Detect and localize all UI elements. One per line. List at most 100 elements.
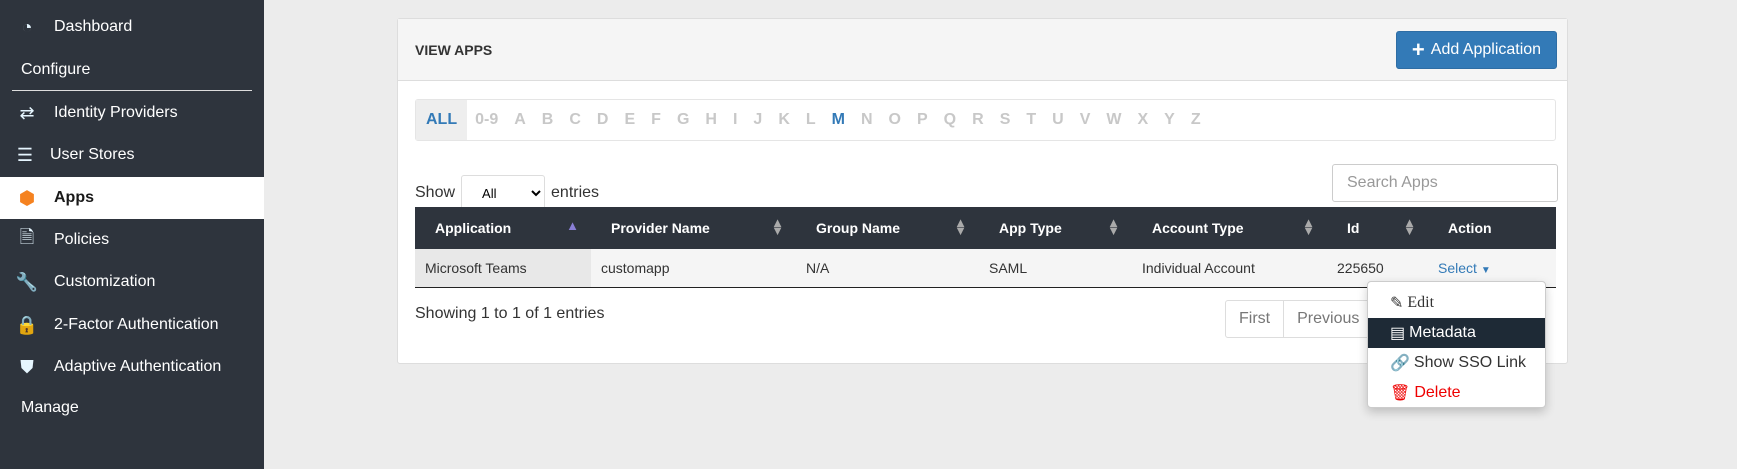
database-icon: ☰ (16, 144, 34, 165)
exchange-icon: ⇄ (19, 102, 35, 123)
alpha-filter-x[interactable]: X (1129, 111, 1156, 129)
sidebar: ◔ Dashboard Configure ⇄ Identity Providers… (0, 0, 264, 469)
alpha-filter-i[interactable]: I (725, 111, 745, 129)
alpha-filter-h[interactable]: H (697, 111, 725, 129)
sidebar-item-user-stores[interactable]: ☰ User Stores (0, 134, 264, 176)
sidebar-item-adaptive-auth[interactable]: ⛊ Adaptive Authentication (0, 346, 264, 388)
sidebar-item-label: Policies (54, 231, 110, 248)
entries-select[interactable]: All (461, 175, 546, 211)
col-group[interactable]: Group Name ▲ ▼ (796, 207, 979, 249)
menu-item-delete[interactable]: 🗑 Delete (1368, 378, 1545, 408)
alphabet-filter: ALL 0-9 A B C D E F G H I J K L M N O P Q R S T U V W X Y Z (415, 99, 1556, 141)
sidebar-item-label: Customization (54, 273, 156, 290)
alpha-filter-b[interactable]: B (534, 111, 562, 129)
show-entries: Show All entries (415, 175, 599, 211)
alpha-filter-w[interactable]: W (1098, 111, 1129, 129)
col-provider[interactable]: Provider Name ▲ ▼ (591, 207, 796, 249)
table-info: Showing 1 to 1 of 1 entries (415, 305, 605, 322)
col-account-type[interactable]: Account Type ▲ ▼ (1132, 207, 1327, 249)
alpha-filter-t[interactable]: T (1018, 111, 1044, 129)
alpha-filter-k[interactable]: K (770, 111, 798, 129)
divider (12, 90, 252, 91)
sidebar-item-customization[interactable]: 🔧 Customization (0, 261, 264, 303)
col-action: Action (1428, 207, 1556, 249)
plus-icon: + (1411, 37, 1425, 62)
cell-account-type: Individual Account (1132, 249, 1327, 288)
alpha-filter-q[interactable]: Q (936, 111, 964, 129)
sort-icon: ▲ ▼ (1107, 215, 1120, 238)
alpha-filter-c[interactable]: C (561, 111, 589, 129)
column-label: Action (1448, 220, 1492, 236)
column-label: Account Type (1152, 220, 1244, 236)
trash-icon: 🗑 (1390, 385, 1411, 402)
sidebar-item-identity-providers[interactable]: ⇄ Identity Providers (0, 92, 264, 134)
column-label: Provider Name (611, 220, 710, 236)
apps-table: Application ▲ Provider Name ▲ ▼ Group Name ▲… (415, 207, 1556, 288)
alpha-filter-v[interactable]: V (1072, 111, 1099, 129)
caret-down-icon: ▼ (1480, 264, 1491, 276)
menu-label: Metadata (1409, 324, 1476, 341)
sidebar-item-dashboard[interactable]: ◔ Dashboard (0, 6, 264, 48)
sidebar-item-2fa[interactable]: 🔒 2-Factor Authentication (0, 304, 264, 346)
col-id[interactable]: Id ▲ ▼ (1327, 207, 1428, 249)
sidebar-item-label: Dashboard (54, 18, 133, 35)
cell-application: Microsoft Teams (415, 249, 591, 288)
page-first[interactable]: First (1226, 301, 1285, 337)
alpha-filter-m[interactable]: M (824, 111, 853, 129)
sort-icon: ▲ ▼ (1302, 215, 1315, 238)
alpha-filter-l[interactable]: L (798, 111, 824, 129)
cell-app-type: SAML (979, 249, 1132, 288)
sidebar-item-label: User Stores (50, 146, 135, 163)
alpha-filter-p[interactable]: P (909, 111, 936, 129)
page-previous[interactable]: Previous (1284, 301, 1374, 337)
alpha-filter-n[interactable]: N (853, 111, 881, 129)
add-application-button[interactable]: + Add Application (1396, 31, 1557, 69)
alpha-filter-r[interactable]: R (964, 111, 992, 129)
menu-item-edit[interactable]: ✎ Edit (1368, 288, 1545, 318)
cube-icon: ⬢ (19, 187, 35, 208)
alpha-filter-all[interactable]: ALL (416, 100, 468, 140)
col-application[interactable]: Application ▲ (415, 207, 591, 249)
alpha-filter-u[interactable]: U (1044, 111, 1072, 129)
card-header: VIEW APPS + Add Application (398, 19, 1567, 81)
sort-icon: ▲ ▼ (771, 215, 784, 238)
sidebar-item-policies[interactable]: 🗎 Policies (0, 219, 264, 261)
edit-icon: ✎ (1390, 295, 1404, 312)
cell-provider: customapp (591, 249, 796, 288)
sort-icon: ▲ ▼ (1403, 215, 1416, 238)
alpha-filter-o[interactable]: O (881, 111, 909, 129)
alpha-filter-y[interactable]: Y (1156, 111, 1183, 129)
section-manage: Manage (21, 399, 79, 416)
link-icon: 🔗 (1390, 355, 1410, 372)
alpha-filter-a[interactable]: A (506, 111, 534, 129)
menu-item-metadata[interactable]: ▤ Metadata (1368, 318, 1545, 348)
column-label: App Type (999, 220, 1062, 236)
alpha-filter-d[interactable]: D (589, 111, 617, 129)
shield-icon: ⛊ (20, 356, 34, 377)
alpha-filter-g[interactable]: G (669, 111, 697, 129)
sidebar-item-apps[interactable]: ⬢ Apps (0, 177, 264, 219)
alpha-filter-s[interactable]: S (992, 111, 1019, 129)
sidebar-item-label: Adaptive Authentication (54, 358, 222, 375)
column-label: Group Name (816, 220, 901, 236)
sort-icon: ▲ ▼ (954, 215, 967, 238)
show-label: Show (415, 184, 456, 201)
menu-label: Show SSO Link (1413, 354, 1526, 371)
wrench-icon: 🔧 (15, 271, 39, 292)
menu-label: Edit (1407, 294, 1435, 311)
alpha-filter-f[interactable]: F (643, 111, 669, 129)
alpha-filter-z[interactable]: Z (1183, 111, 1209, 129)
alpha-filter-0-9[interactable]: 0-9 (467, 111, 506, 129)
select-label: Select (1438, 259, 1477, 276)
menu-item-show-sso-link[interactable]: 🔗 Show SSO Link (1368, 348, 1545, 378)
alpha-filter-e[interactable]: E (616, 111, 643, 129)
lock-icon: 🔒 (15, 314, 39, 335)
col-app-type[interactable]: App Type ▲ ▼ (979, 207, 1132, 249)
sidebar-item-label: 2-Factor Authentication (54, 316, 219, 333)
section-configure: Configure (21, 61, 91, 78)
search-input[interactable] (1332, 164, 1558, 202)
menu-label: Delete (1414, 384, 1461, 401)
alpha-filter-j[interactable]: J (745, 111, 770, 129)
sidebar-item-label: Identity Providers (54, 104, 178, 121)
select-action-dropdown[interactable]: Select ▼ (1438, 260, 1491, 276)
